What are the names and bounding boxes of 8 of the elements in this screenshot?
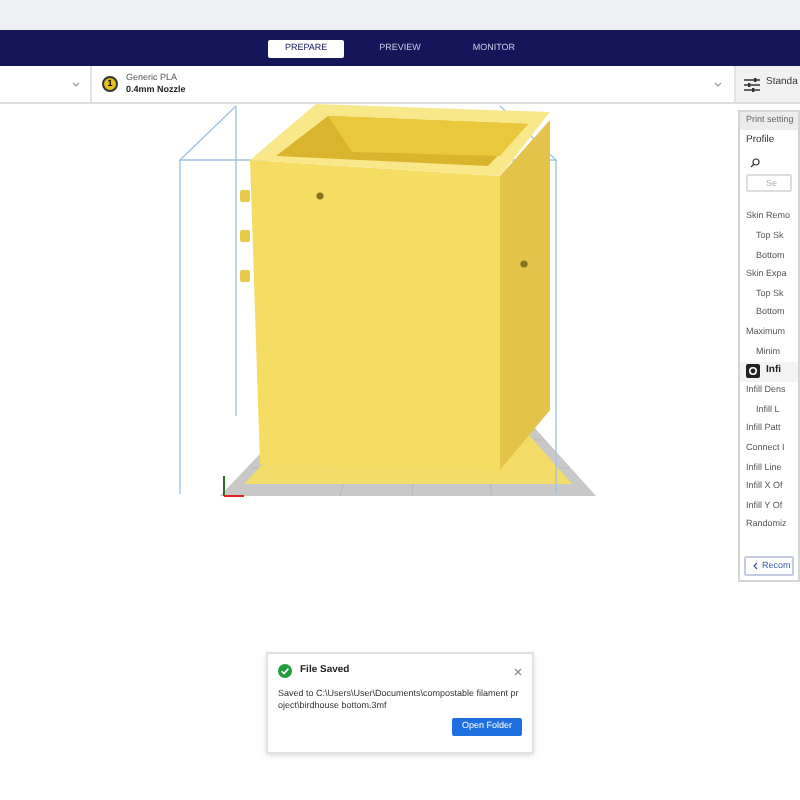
close-icon[interactable]	[514, 667, 522, 676]
chevron-down-icon	[72, 81, 80, 87]
check-circle-icon	[278, 664, 292, 679]
chevron-left-icon	[752, 562, 758, 570]
chevron-down-icon	[714, 81, 722, 87]
sliders-icon	[744, 77, 760, 91]
infill-icon	[746, 364, 760, 379]
search-icon	[750, 158, 760, 168]
